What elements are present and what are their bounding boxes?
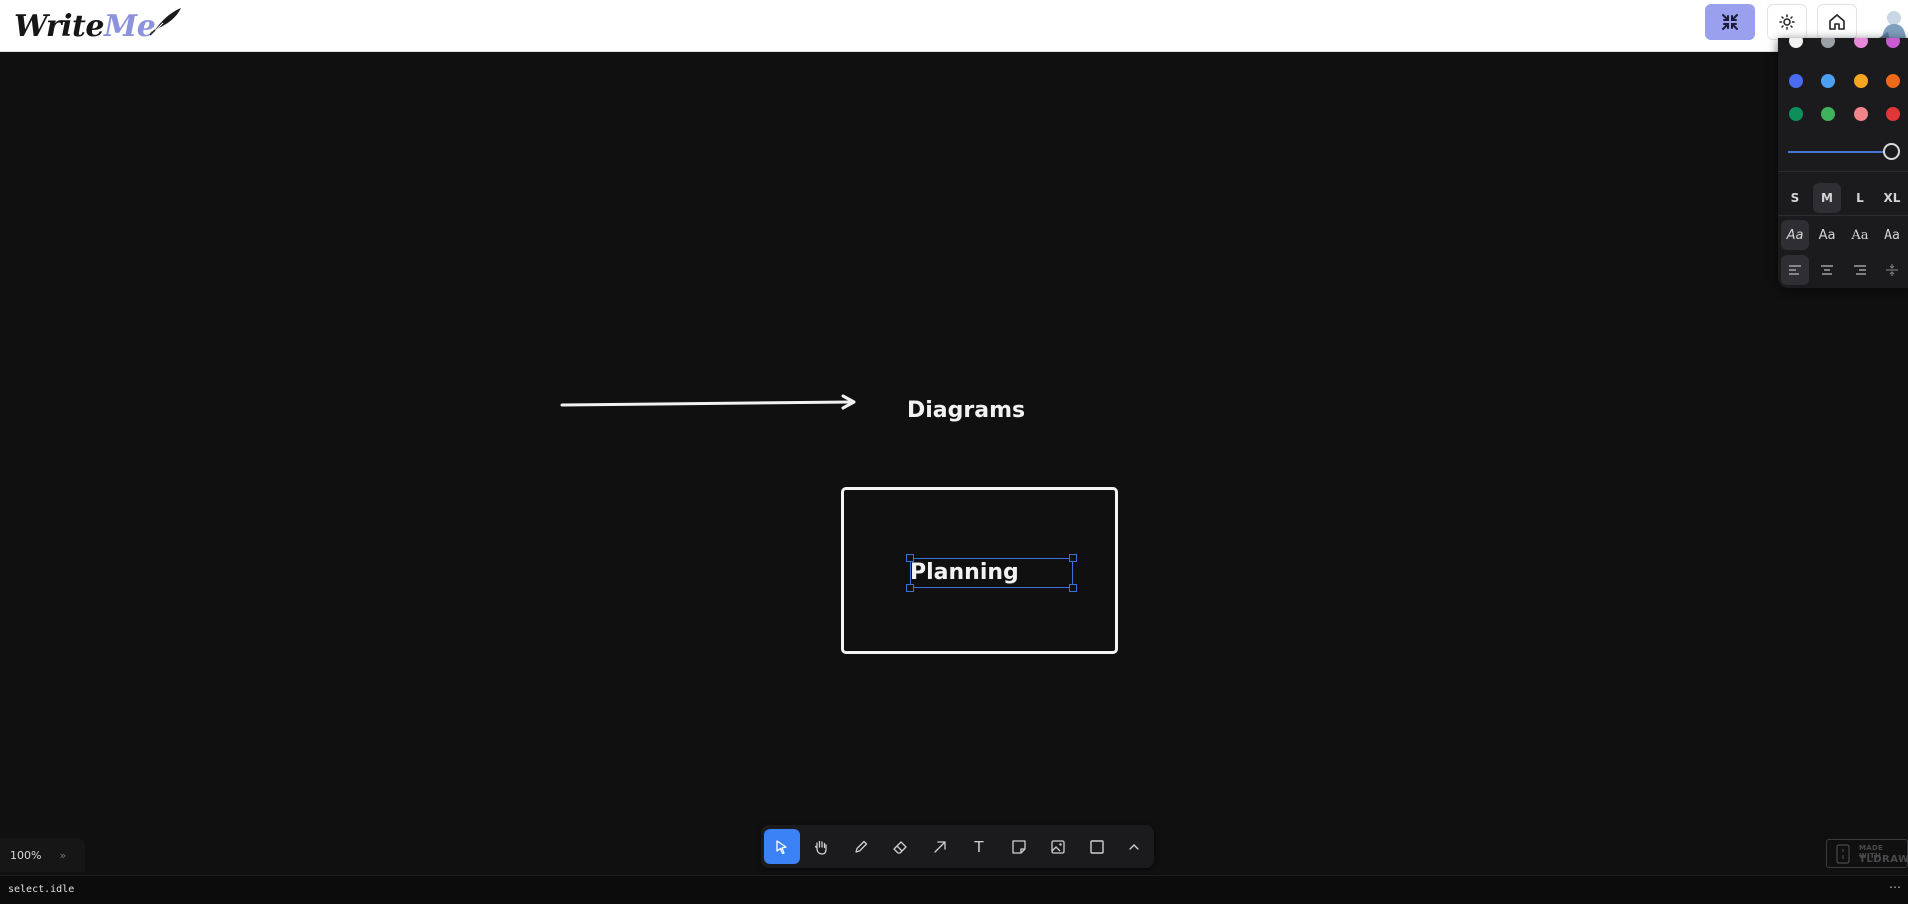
note-tool-button[interactable] xyxy=(1001,829,1037,864)
hand-icon xyxy=(814,840,827,855)
hand-tool-button[interactable] xyxy=(803,829,839,864)
pencil-icon xyxy=(855,840,868,853)
resize-handle-top-left[interactable] xyxy=(906,554,914,562)
selection-box[interactable] xyxy=(910,558,1073,588)
badge-tldraw: TLDRAW xyxy=(1859,854,1908,865)
rectangle-icon xyxy=(1090,839,1104,854)
chevron-up-icon xyxy=(1129,843,1139,850)
image-icon xyxy=(1051,839,1065,854)
more-tools-button[interactable] xyxy=(1116,829,1152,864)
resize-handle-top-right[interactable] xyxy=(1069,554,1077,562)
main-toolbar: T xyxy=(761,825,1154,868)
eraser-icon xyxy=(893,840,907,854)
arrow-tool-button[interactable] xyxy=(922,829,958,864)
arrow-icon xyxy=(934,840,946,853)
select-tool-button[interactable] xyxy=(764,829,800,864)
made-with-tldraw-badge[interactable]: MADE WITH TLDRAW xyxy=(1826,839,1908,868)
resize-handle-bottom-right[interactable] xyxy=(1069,584,1077,592)
app-root: WriteMe S M L XL Aa Aa Aa Aa Diagrams Pl… xyxy=(0,0,1908,904)
status-bar: select.idle ⋯ xyxy=(0,875,1908,904)
text-tool-button[interactable]: T xyxy=(961,829,997,864)
zoom-menu: 100% » xyxy=(0,838,85,872)
eraser-tool-button[interactable] xyxy=(882,829,918,864)
tldraw-logo-icon xyxy=(1836,844,1850,864)
sticky-note-icon xyxy=(1012,839,1026,854)
zoom-level[interactable]: 100% xyxy=(10,849,41,862)
status-text: select.idle xyxy=(8,884,75,895)
resize-handle-bottom-left[interactable] xyxy=(906,584,914,592)
diagrams-text-shape[interactable]: Diagrams xyxy=(907,398,1025,423)
rectangle-tool-button[interactable] xyxy=(1079,829,1115,864)
arrow-shape[interactable] xyxy=(560,394,856,410)
draw-tool-button[interactable] xyxy=(843,829,879,864)
minimap-toggle-chevron[interactable]: » xyxy=(59,849,66,862)
cursor-icon xyxy=(776,839,787,854)
media-tool-button[interactable] xyxy=(1040,829,1076,864)
status-more-button[interactable]: ⋯ xyxy=(1889,880,1901,894)
canvas-shapes xyxy=(560,394,856,410)
